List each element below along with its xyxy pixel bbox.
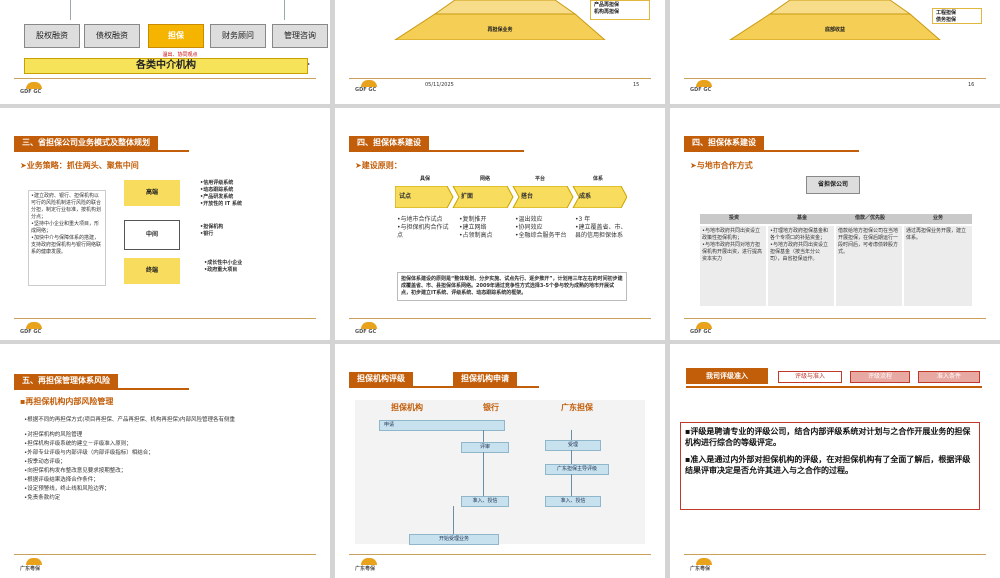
definition-panel: ▪评级是聘请专业的评级公司，结合内部评级系统对计划与之合作开展业务的担保机构进行… [680,422,980,510]
provincial-company-box: 省担保公司 [806,176,860,194]
terminal-items: •成长性中小企业 •政府重大项目 [204,260,243,273]
debt-finance-box: 债权融资 [84,24,140,48]
slide-page-number: 15 [633,82,640,88]
slide-subtitle: ▪再担保机构内部风险管理 [20,397,114,406]
intermediary-bar: 各类中介机构 [24,58,308,74]
strategy-text: •建立政府、银行、担保机构以可行的风险机制进行风险的联合分担，制定行业标准，按机… [28,190,106,286]
company-logo: 广东粤保 [20,558,48,572]
middle-block: 中间 [124,220,180,250]
slide-title: 三、省担保公司业务模式及整体规划 [14,136,158,150]
double-arrow-icon [30,52,310,67]
flow-node-rating: 广东担保主导评级 [545,464,609,475]
phase-label: 成系 [579,193,592,200]
phase-detail: •与地市合作试点 •与担保机构合作试点 [397,216,449,239]
slide-thumbnail-5[interactable]: 四、担保体系建设 ➤建设原则： 具保 网络 平台 体系 试点 扩面 搭台 成系 … [335,108,665,340]
col-head: 体系 [592,176,603,182]
lane-head: 银行 [483,403,499,412]
terminal-block: 终端 [124,258,180,284]
phase-detail: •复制推开 •建立网络 •占领制高点 [459,216,493,239]
side-label: 工程担保 债务担保 [932,8,982,24]
company-logo: GDF GC [20,82,48,96]
rating-definition: ▪评级是聘请专业的评级公司，结合内部评级系统对计划与之合作开展业务的担保机构进行… [685,427,971,447]
flow-node-apply: 申请 [379,420,505,431]
lane-head: 担保机构 [391,403,423,412]
slide-thumbnail-9[interactable]: 我司评级准入 评级与准入 评级流程 准入条件 ▪评级是聘请专业的评级公司，结合内… [670,344,1000,578]
company-logo: GDF GC [690,322,718,336]
slide-title: 四、担保体系建设 [349,136,429,150]
company-logo: GDF GC [355,80,383,94]
mode-cell: 通过再担保业务开展，建立体系。 [904,226,972,306]
flow-node-start: 开始受理业务 [409,534,499,545]
mode-head: 基金 [796,215,807,221]
mode-head: 业务 [932,215,943,221]
equity-finance-box: 股权融资 [24,24,80,48]
management-consulting-box: 管理咨询 [272,24,328,48]
phase-detail: •3 年 •建立覆盖省、市、县的信用担保体系 [575,216,627,239]
col-head: 网络 [479,176,490,182]
company-logo: 广东粤保 [690,558,718,572]
company-logo: GDF GC [355,322,383,336]
slide-title: 四、担保体系建设 [684,136,764,150]
pyramid-label: 底部收益 [824,27,845,33]
flow-node-review: 评审 [461,442,509,453]
section-badge: 我司评级准入 [686,368,768,384]
company-logo: GDF GC [20,322,48,336]
slide-subtitle: ➤业务策略：抓住两头、聚焦中间 [20,161,139,170]
tab-rating-process[interactable]: 评级流程 [850,371,910,383]
side-label: 产品再担保 机构再担保 [590,0,650,20]
phase-detail: •温出效应 •协同效应 •全融综合服务平台 [515,216,567,239]
pyramid-label: 再担保业务 [487,27,513,33]
mode-cell: •打理地方政府担保基金和各个专项口的补贴资金； •与地方政府共同出资设立担保基金… [768,226,834,306]
slide-thumbnail-7[interactable]: 五、再担保管理体系风险 ▪再担保机构内部风险管理 •根据不同的再担保方式(项目再… [0,344,330,578]
company-logo: GDF GC [690,80,718,94]
tab-rating-access[interactable]: 评级与准入 [778,371,842,383]
slide-thumbnail-2[interactable]: 再担保业务 产品再担保 机构再担保 GDF GC 05/11/2025 15 [335,0,665,104]
company-logo: 广东粤保 [355,558,383,572]
mode-head: 借款／优先股 [854,215,885,221]
slide-subtitle: ➤建设原则： [355,161,402,170]
tab-application: 担保机构申请 [453,372,517,386]
slide-subtitle: ➤与地市合作方式 [690,161,753,170]
mode-cell: 借款给地方担保公司在当地开展担保，在保后期运行一段时间后，可考虑债转股方式。 [836,226,902,306]
slide-thumbnail-6[interactable]: 四、担保体系建设 ➤与地市合作方式 省担保公司 投资 基金 借款／优先股 业务 … [670,108,1000,340]
tab-access-conditions[interactable]: 准入条件 [918,371,980,383]
slide-date: 05/11/2025 [425,82,454,88]
phase-arrows [394,185,628,209]
mode-head: 投资 [728,215,739,221]
risk-list: •根据不同的再担保方式(项目再担保、产品再担保、机构再担保)内部风险管理各有侧重… [24,417,236,501]
flow-node-accept: 受理 [545,440,601,451]
col-head: 平台 [534,176,545,182]
mode-cell: •与地市政府共同出资设立政策性担保机构； •与地市政府共同对地方担保机构开展出资… [700,226,766,306]
slide-thumbnail-3[interactable]: 底部收益 工程担保 债务担保 GDF GC 16 [670,0,1000,104]
phase-label: 扩面 [461,193,474,200]
lane-head: 广东担保 [561,403,593,412]
col-head: 具保 [419,176,430,182]
slide-title: 五、再担保管理体系风险 [14,374,118,388]
financial-advisor-box: 财务顾问 [210,24,266,48]
access-definition: ▪准入是通过内外部对担保机构的评级，在对担保机构有了全面了解后，根据评级结果评审… [685,455,971,475]
middle-items: •担保机构 •银行 [200,224,224,237]
slide-thumbnail-8[interactable]: 担保机构评级 担保机构申请 担保机构 银行 广东担保 申请 评审 受理 广东担保… [335,344,665,578]
guarantee-box: 担保 [148,24,204,48]
slide-page-number: 16 [968,82,975,88]
phase-label: 试点 [399,193,412,200]
slide-thumbnail-1[interactable]: 股权融资 债权融资 担保 财务顾问 管理咨询 温出、协同观点 各类中介机构 GD… [0,0,330,104]
flow-node-approve-bank: 准入、授信 [461,496,509,507]
high-end-items: •信用评级系统 •动态跟踪系统 •产品研发系统 •开放性的 IT 系统 [200,180,242,207]
high-end-block: 高端 [124,180,180,206]
phase-label: 搭台 [521,193,534,200]
flow-node-approve-gd: 准入、授信 [545,496,601,507]
tab-rating: 担保机构评级 [349,372,413,386]
principle-note: 担保体系建设的原则是“整体规划、分步实施、试点先行、逐步推开”，计划用三年左右的… [397,272,627,301]
slide-thumbnail-4[interactable]: 三、省担保公司业务模式及整体规划 ➤业务策略：抓住两头、聚焦中间 •建立政府、银… [0,108,330,340]
